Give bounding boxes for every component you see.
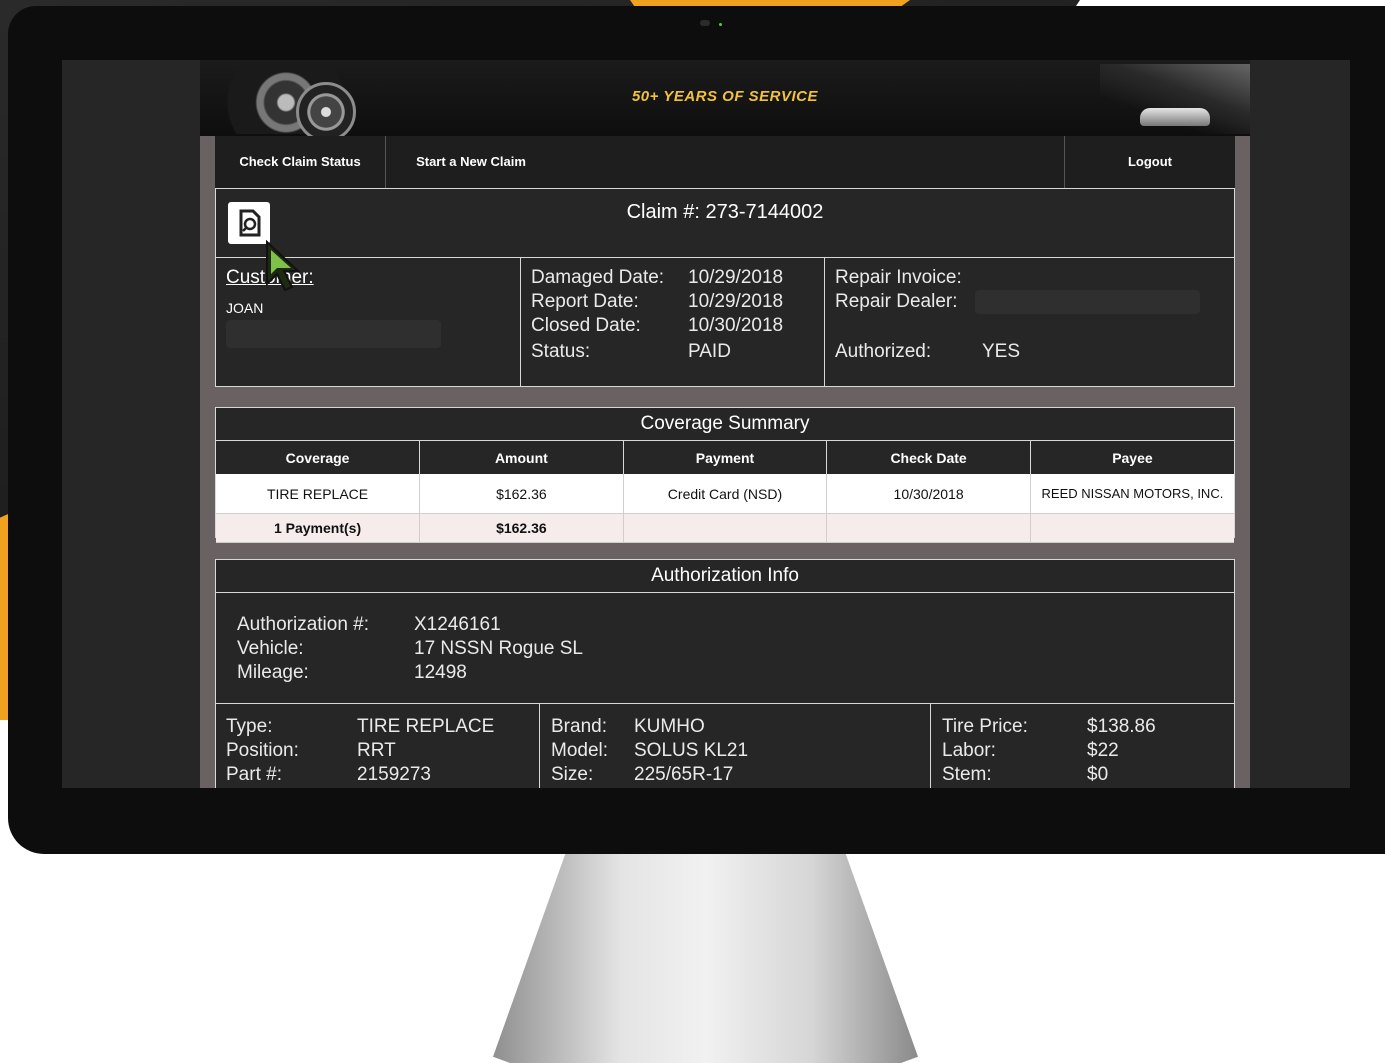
coverage-title: Coverage Summary	[216, 408, 1234, 441]
closed-date-value: 10/30/2018	[688, 315, 784, 336]
customer-name: JOAN	[226, 300, 264, 316]
mileage-value: 12498	[414, 662, 467, 683]
column-header: Coverage	[216, 441, 421, 474]
customer-section: Customer: JOAN	[216, 258, 521, 386]
table-cell: $162.36	[419, 474, 624, 514]
status-label: Status:	[531, 341, 591, 362]
site-banner: 50+ YEARS OF SERVICE	[200, 60, 1250, 142]
tire-price-label: Tire Price:	[942, 716, 1028, 737]
model-value: SOLUS KL21	[634, 740, 749, 761]
tire-price-value: $138.86	[1087, 716, 1156, 737]
brand-label: Brand:	[551, 716, 607, 737]
camera-icon	[700, 20, 710, 26]
column-header: Payment	[623, 441, 828, 474]
part-value: 2159273	[357, 764, 431, 785]
coverage-summary: Coverage Summary Coverage Amount Payment…	[215, 407, 1235, 543]
vehicle-value: 17 NSSN Rogue SL	[414, 638, 583, 659]
mileage-label: Mileage:	[237, 662, 309, 683]
table-header-row: Coverage Amount Payment Check Date Payee	[216, 441, 1234, 474]
table-cell: REED NISSAN MOTORS, INC.	[1030, 474, 1234, 514]
stem-label: Stem:	[942, 764, 992, 785]
total-row: 1 Payment(s) $162.36	[216, 513, 1234, 543]
column-header: Amount	[419, 441, 624, 474]
damaged-date-label: Damaged Date:	[531, 267, 665, 288]
stem-value: $0	[1087, 764, 1109, 785]
table-cell: TIRE REPLACE	[216, 474, 421, 514]
size-label: Size:	[551, 764, 594, 785]
table-cell	[623, 513, 828, 543]
type-label: Type:	[226, 716, 273, 737]
tire-price-section: Tire Price: $138.86 Labor: $22 Stem: $0	[931, 704, 1234, 788]
table-row: TIRE REPLACE $162.36 Credit Card (NSD) 1…	[216, 474, 1234, 514]
coverage-table: Coverage Amount Payment Check Date Payee…	[216, 441, 1234, 543]
table-cell: 10/30/2018	[826, 474, 1031, 514]
monitor-stand	[493, 854, 918, 1063]
table-cell: Credit Card (NSD)	[623, 474, 828, 514]
repair-dealer-label: Repair Dealer:	[835, 291, 958, 312]
nav-check-claim-status[interactable]: Check Claim Status	[215, 136, 386, 188]
nav-logout[interactable]: Logout	[1064, 136, 1235, 188]
tire-details: Type: TIRE REPLACE Position: RRT Part #:…	[215, 703, 1235, 788]
authorization-info: Authorization Info Authorization #: X124…	[215, 559, 1235, 704]
vehicle-label: Vehicle:	[237, 638, 304, 659]
type-value: TIRE REPLACE	[357, 716, 495, 737]
dates-section: Damaged Date: 10/29/2018 Report Date: 10…	[521, 258, 825, 386]
table-cell	[1030, 513, 1234, 543]
authorized-value: YES	[982, 341, 1021, 362]
model-label: Model:	[551, 740, 609, 761]
status-value: PAID	[688, 341, 731, 362]
brand-value: KUMHO	[634, 716, 705, 737]
report-date-label: Report Date:	[531, 291, 639, 312]
camera-led	[719, 23, 722, 26]
tire-brand-section: Brand: KUMHO Model: SOLUS KL21 Size: 225…	[540, 704, 931, 788]
labor-value: $22	[1087, 740, 1119, 761]
labor-label: Labor:	[942, 740, 996, 761]
redacted-field	[975, 290, 1200, 314]
claim-header: Claim #: 273-7144002	[215, 188, 1235, 258]
authorization-number-value: X1246161	[414, 614, 501, 635]
table-cell	[826, 513, 1031, 543]
authorization-number-label: Authorization #:	[237, 614, 370, 635]
total-label: 1 Payment(s)	[216, 513, 421, 543]
claim-number: Claim #: 273-7144002	[626, 201, 824, 223]
size-value: 225/65R-17	[634, 764, 734, 785]
column-header: Payee	[1030, 441, 1234, 474]
nav-start-new-claim[interactable]: Start a New Claim	[386, 136, 556, 188]
authorization-title: Authorization Info	[216, 560, 1234, 593]
screen: 50+ YEARS OF SERVICE Check Claim Status …	[62, 60, 1350, 788]
redacted-field	[226, 320, 441, 348]
nav-bar: Check Claim Status Start a New Claim Log…	[215, 136, 1235, 189]
total-amount: $162.36	[419, 513, 624, 543]
report-date-value: 10/29/2018	[688, 291, 784, 312]
claim-info: Customer: JOAN Damaged Date: 10/29/2018 …	[215, 257, 1235, 387]
closed-date-label: Closed Date:	[531, 315, 641, 336]
tire-type-section: Type: TIRE REPLACE Position: RRT Part #:…	[216, 704, 540, 788]
position-label: Position:	[226, 740, 299, 761]
column-header: Check Date	[826, 441, 1031, 474]
website: 50+ YEARS OF SERVICE Check Claim Status …	[200, 60, 1250, 788]
damaged-date-value: 10/29/2018	[688, 267, 784, 288]
part-label: Part #:	[226, 764, 282, 785]
repair-section: Repair Invoice: Repair Dealer: Authorize…	[825, 258, 1234, 386]
repair-invoice-label: Repair Invoice:	[835, 267, 962, 288]
position-value: RRT	[357, 740, 396, 761]
banner-slogan: 50+ YEARS OF SERVICE	[631, 88, 819, 105]
authorized-label: Authorized:	[835, 341, 932, 362]
mouse-cursor-icon	[266, 240, 301, 292]
